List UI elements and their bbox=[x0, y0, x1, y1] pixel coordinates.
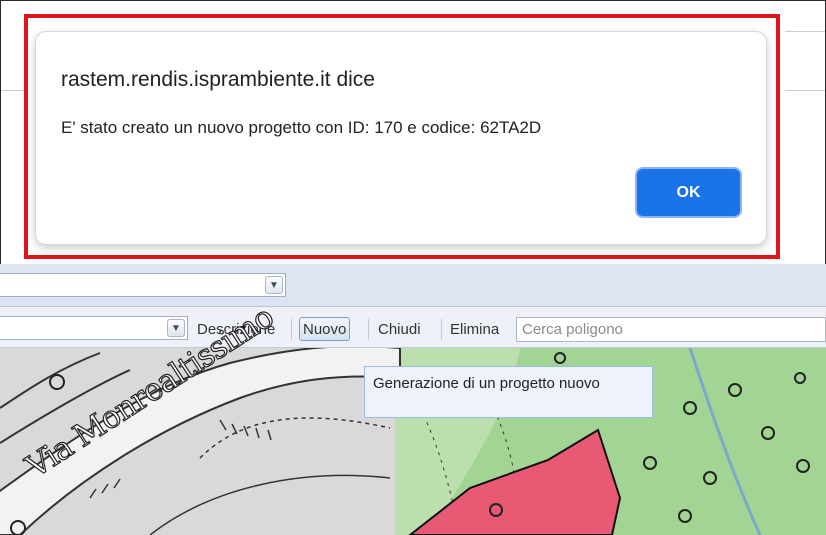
nuovo-button[interactable]: Nuovo bbox=[299, 317, 351, 341]
separator bbox=[441, 319, 442, 340]
tooltip: Generazione di un progetto nuovo bbox=[364, 366, 653, 418]
background-divider bbox=[785, 90, 825, 91]
separator bbox=[368, 319, 369, 340]
ok-button[interactable]: OK bbox=[637, 169, 740, 216]
toolbar-polygon: ▼ Descrizione Nuovo Chiudi Elimina bbox=[0, 307, 826, 348]
chiudi-button[interactable]: Chiudi bbox=[375, 317, 424, 341]
chevron-down-icon[interactable]: ▼ bbox=[167, 319, 185, 337]
dialog-origin: rastem.rendis.isprambiente.it dice bbox=[61, 68, 375, 91]
alert-dialog: rastem.rendis.isprambiente.it dice E' st… bbox=[36, 32, 766, 244]
separator bbox=[291, 319, 292, 340]
background-divider bbox=[785, 31, 825, 32]
toolbar-top: ▼ bbox=[0, 264, 826, 307]
chevron-down-icon[interactable]: ▼ bbox=[265, 276, 283, 294]
combo-box[interactable]: ▼ bbox=[0, 273, 286, 297]
elimina-button[interactable]: Elimina bbox=[447, 317, 502, 341]
background-divider bbox=[1, 90, 25, 91]
combo-box[interactable]: ▼ bbox=[0, 316, 188, 340]
dialog-message: E' stato creato un nuovo progetto con ID… bbox=[61, 118, 542, 137]
search-polygon-input[interactable] bbox=[516, 317, 826, 342]
